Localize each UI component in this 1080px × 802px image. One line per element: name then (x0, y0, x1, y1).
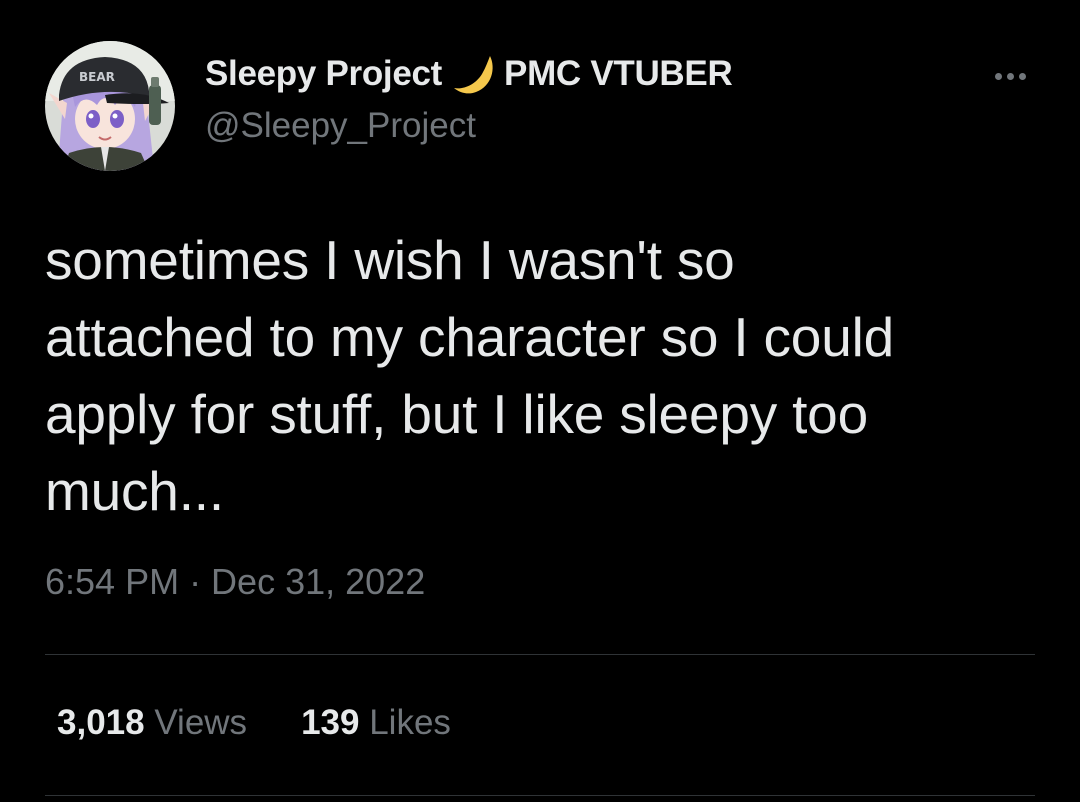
author-handle[interactable]: @Sleepy_Project (205, 106, 476, 146)
views-label: Views (154, 703, 248, 742)
more-options-icon-dot (1018, 72, 1026, 80)
author-avatar[interactable]: BEAR (45, 41, 175, 171)
more-options-icon (994, 72, 1002, 80)
tweet-timestamp[interactable]: 6:54 PM · Dec 31, 2022 (45, 561, 425, 603)
avatar-cap-text: BEAR (79, 70, 115, 84)
tweet-text-line: apply for stuff, but I like sleepy too (45, 383, 868, 445)
tweet-text: sometimes I wish I wasn't so attached to… (45, 222, 1045, 530)
likes-label: Likes (369, 703, 451, 742)
likes-stat[interactable]: 139 Likes (301, 703, 451, 743)
author-display-name[interactable]: Sleepy Project (205, 54, 442, 94)
crescent-moon-icon (452, 52, 500, 96)
likes-count: 139 (301, 703, 360, 742)
author-name-row[interactable]: Sleepy Project PMC VTUBER (205, 52, 733, 96)
tweet-card: BEAR Sleepy Project PMC VTUBER @Sleepy_P… (0, 0, 1080, 802)
tweet-text-line: much... (45, 460, 224, 522)
tweet-stats: 3,018 Views 139 Likes (57, 703, 451, 743)
more-options-button[interactable] (984, 56, 1036, 96)
divider (45, 795, 1035, 796)
views-stat[interactable]: 3,018 Views (57, 703, 247, 743)
vtuber-avatar-icon: BEAR (45, 41, 175, 171)
divider (45, 654, 1035, 655)
tweet-text-line: sometimes I wish I wasn't so (45, 229, 735, 291)
author-name-suffix: PMC VTUBER (504, 54, 733, 93)
views-count: 3,018 (57, 703, 145, 742)
more-options-icon-dot (1006, 72, 1014, 80)
tweet-text-line: attached to my character so I could (45, 306, 894, 368)
